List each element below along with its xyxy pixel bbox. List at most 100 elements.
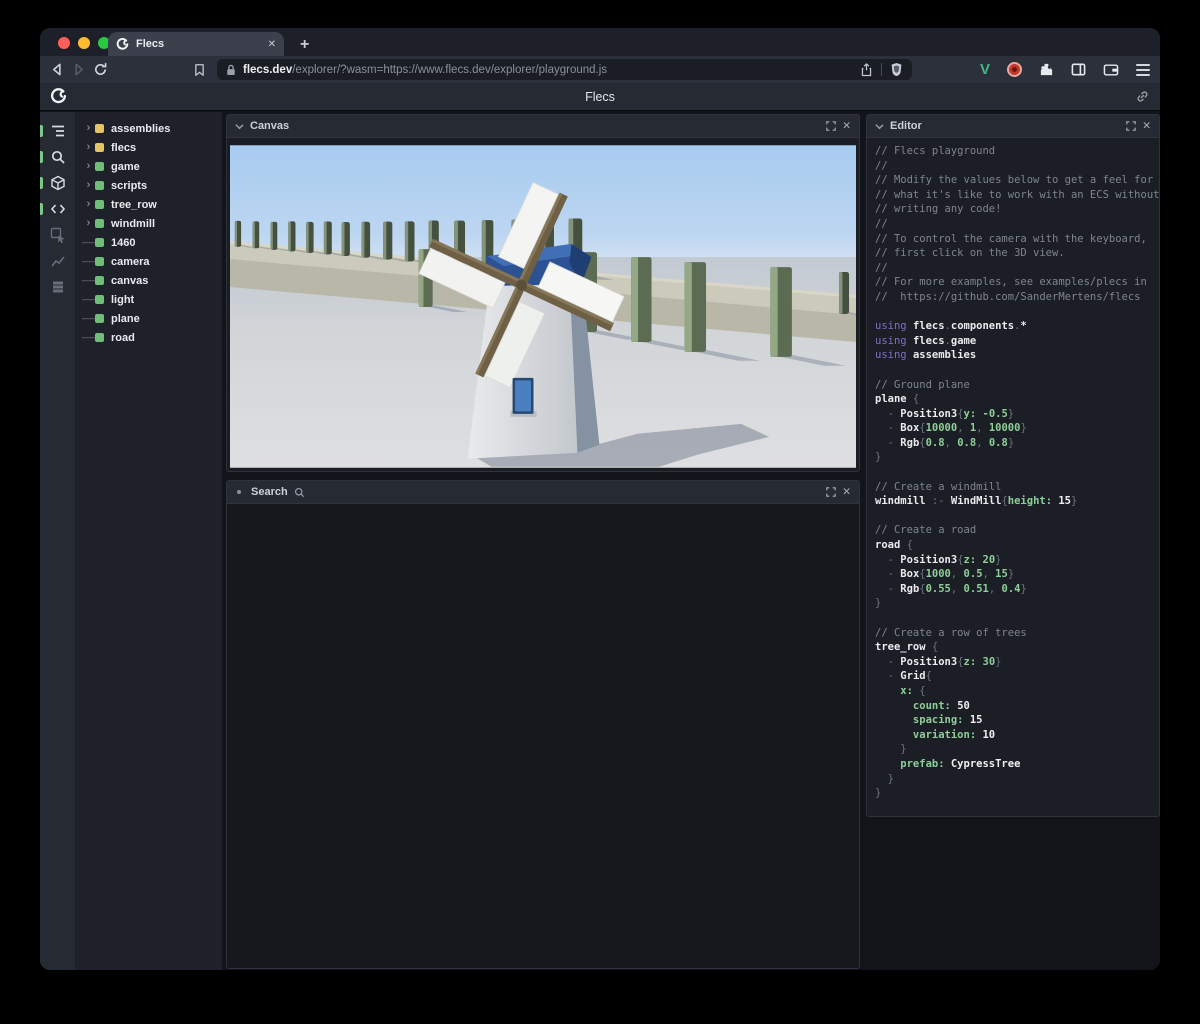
collapse-chevron-icon[interactable] xyxy=(875,123,884,130)
tool-strip xyxy=(40,112,75,970)
address-bar[interactable]: flecs.dev/explorer/?wasm=https://www.fle… xyxy=(217,59,912,80)
tree-item-assemblies[interactable]: › assemblies xyxy=(75,119,222,138)
code-icon[interactable] xyxy=(40,196,75,222)
entity-color-square xyxy=(95,181,104,190)
bookmark-icon[interactable] xyxy=(192,61,207,79)
tree-item-label: camera xyxy=(111,255,150,268)
url-host: flecs.dev xyxy=(243,63,293,76)
tree-item-1460[interactable]: —— 1460 xyxy=(75,233,222,252)
code-line: x: { xyxy=(875,684,926,697)
leaf-dash-icon: —— xyxy=(82,275,99,285)
leaf-dash-icon: —— xyxy=(82,256,99,266)
code-line: // first click on the 3D view. xyxy=(875,247,1065,260)
tree-item-road[interactable]: —— road xyxy=(75,328,222,347)
tree-item-flecs[interactable]: › flecs xyxy=(75,138,222,157)
extensions-puzzle-icon[interactable] xyxy=(1039,62,1054,77)
entity-color-square xyxy=(95,314,104,323)
code-line: // xyxy=(875,261,888,274)
new-tab-button[interactable]: + xyxy=(292,36,317,54)
expand-chevron-icon[interactable]: › xyxy=(82,142,95,153)
search-panel-header[interactable]: Search ✕ xyxy=(227,481,859,504)
tree-item-canvas[interactable]: —— canvas xyxy=(75,271,222,290)
search-icon[interactable] xyxy=(40,144,75,170)
close-panel-icon[interactable]: ✕ xyxy=(842,120,851,132)
tree-item-game[interactable]: › game xyxy=(75,157,222,176)
tree-item-label: canvas xyxy=(111,274,149,287)
expand-chevron-icon[interactable]: › xyxy=(82,161,95,172)
maximize-icon[interactable] xyxy=(1126,121,1136,131)
code-line: windmill :- WindMill{height: 15} xyxy=(875,495,1078,508)
tree-item-camera[interactable]: —— camera xyxy=(75,252,222,271)
traffic-light-minimize[interactable] xyxy=(78,37,90,49)
browser-tab[interactable]: Flecs ✕ xyxy=(108,32,284,56)
chart-icon[interactable] xyxy=(40,248,75,274)
canvas-panel-header[interactable]: Canvas ✕ xyxy=(227,115,859,138)
code-line: // xyxy=(875,217,888,230)
tab-strip: Flecs ✕ + xyxy=(40,28,1160,56)
canvas-panel: Canvas ✕ xyxy=(226,114,860,472)
code-editor[interactable]: // Flecs playground // // Modify the value… xyxy=(867,138,1159,801)
browser-toolbar: flecs.dev/explorer/?wasm=https://www.fle… xyxy=(40,56,1160,83)
tab-close-icon[interactable]: ✕ xyxy=(268,39,276,50)
code-line: tree_row { xyxy=(875,641,939,654)
code-line: // To control the camera with the keyboa… xyxy=(875,232,1147,245)
tree-item-label: scripts xyxy=(111,179,148,192)
tree-item-scripts[interactable]: › scripts xyxy=(75,176,222,195)
share-icon[interactable] xyxy=(860,62,873,77)
entity-color-square xyxy=(95,124,104,133)
url-path: /explorer/?wasm=https://www.flecs.dev/ex… xyxy=(292,63,608,76)
inspector-icon[interactable] xyxy=(40,222,75,248)
editor-panel-header[interactable]: Editor ✕ xyxy=(867,115,1159,138)
search-magnifier-icon xyxy=(294,487,305,498)
collapse-chevron-icon[interactable] xyxy=(235,123,244,130)
reload-button[interactable] xyxy=(93,61,108,79)
tree-item-label: plane xyxy=(111,312,140,325)
code-line: - Rgb{0.8, 0.8, 0.8} xyxy=(875,436,1015,449)
cube-icon[interactable] xyxy=(40,170,75,196)
rows-icon[interactable] xyxy=(40,274,75,300)
forward-button[interactable] xyxy=(71,61,86,79)
code-line: - Position3{z: 30} xyxy=(875,655,1002,668)
entity-color-square xyxy=(95,333,104,342)
traffic-light-close[interactable] xyxy=(58,37,70,49)
tree-item-light[interactable]: —— light xyxy=(75,290,222,309)
tree-item-plane[interactable]: —— plane xyxy=(75,309,222,328)
code-line: prefab: CypressTree xyxy=(875,757,1021,770)
code-line: } xyxy=(875,597,882,610)
close-panel-icon[interactable]: ✕ xyxy=(842,486,851,498)
menu-icon[interactable] xyxy=(1136,63,1151,76)
expand-chevron-icon[interactable]: › xyxy=(82,218,95,229)
maximize-icon[interactable] xyxy=(826,487,836,497)
brave-shield-icon[interactable] xyxy=(890,62,903,77)
tree-item-tree_row[interactable]: › tree_row xyxy=(75,195,222,214)
sidebar-toggle-icon[interactable] xyxy=(1071,62,1086,77)
maximize-icon[interactable] xyxy=(826,121,836,131)
collapsed-bullet-icon[interactable] xyxy=(237,490,241,494)
leaf-dash-icon: —— xyxy=(82,237,99,247)
entity-color-square xyxy=(95,143,104,152)
wallet-icon[interactable] xyxy=(1103,63,1119,77)
close-panel-icon[interactable]: ✕ xyxy=(1142,120,1151,132)
3d-viewport[interactable] xyxy=(230,145,856,468)
entity-color-square xyxy=(95,238,104,247)
expand-chevron-icon[interactable]: › xyxy=(82,199,95,210)
tree-item-label: 1460 xyxy=(111,236,136,249)
entity-color-square xyxy=(95,276,104,285)
leaf-dash-icon: —— xyxy=(82,332,99,342)
vue-devtools-icon[interactable]: V xyxy=(980,62,990,77)
link-icon[interactable] xyxy=(1135,89,1150,104)
code-line: } xyxy=(875,451,882,464)
search-panel-title: Search xyxy=(251,486,288,498)
url-text: flecs.dev/explorer/?wasm=https://www.fle… xyxy=(243,64,853,76)
tree-item-windmill[interactable]: › windmill xyxy=(75,214,222,233)
expand-chevron-icon[interactable]: › xyxy=(82,123,95,134)
back-button[interactable] xyxy=(50,61,65,79)
code-line: // Create a road xyxy=(875,524,977,537)
outline-tree-icon[interactable] xyxy=(40,118,75,144)
code-line: using assemblies xyxy=(875,349,977,362)
red-extension-icon[interactable] xyxy=(1007,62,1023,77)
expand-chevron-icon[interactable]: › xyxy=(82,180,95,191)
code-line: plane { xyxy=(875,393,920,406)
leaf-dash-icon: —— xyxy=(82,313,99,323)
